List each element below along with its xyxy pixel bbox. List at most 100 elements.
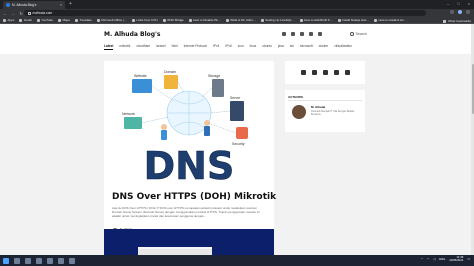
search-button[interactable]: Search [350,32,367,36]
tab-title: M. Alhuda Blog's [12,3,37,7]
instagram-icon[interactable] [322,70,328,75]
post-hero-image[interactable]: Website Domain Storage Network Server Se… [104,61,274,188]
clock[interactable]: 11:39 20/05/2021 [449,255,464,263]
nav-item-internet-protocol[interactable]: Internet Protocol [184,44,207,50]
bookmark-item[interactable]: How to Add Bcrill S… [299,18,333,22]
rss-icon[interactable] [344,70,350,75]
site-logo[interactable]: M. Alhuda Blog's [104,31,160,38]
minimize-icon[interactable]: – [447,1,449,6]
app-icon[interactable] [69,257,75,264]
next-post-card[interactable] [104,229,274,255]
bookmark-item[interactable]: Setting Up LiveSQL… [260,18,295,22]
youtube-icon [36,18,40,22]
chrome-icon[interactable] [47,257,53,264]
bookmark-item[interactable]: Microsoft Office (… [96,18,127,22]
hero-label: Storage [208,74,220,78]
nav-item-html[interactable]: html [172,44,178,50]
bookmark-item[interactable]: Gmail [19,18,32,22]
bookmark-item[interactable]: Install Nodejs and… [337,18,369,22]
forward-icon[interactable]: → [11,11,15,16]
nav-item-docker[interactable]: docker [319,44,329,50]
bookmark-item[interactable]: YouTube [36,18,53,22]
volume-icon[interactable]: ◁ [433,257,435,261]
bookmark-icon [337,18,341,22]
url-text: malhuda.com [32,11,53,15]
other-bookmarks[interactable]: Other bookmarks [443,19,471,23]
browser-tab[interactable]: M. Alhuda Blog's × [3,1,65,9]
extension-icon[interactable] [450,10,454,14]
author-avatar[interactable] [292,105,306,119]
bookmark-item[interactable]: Maps [57,18,70,22]
post-title[interactable]: DNS Over HTTPS (DOH) Mikrotik [112,192,276,202]
youtube-icon[interactable] [309,32,313,36]
language-indicator[interactable]: ENG [439,257,445,261]
close-tab-icon[interactable]: × [60,3,62,7]
nav-item-cloudflare[interactable]: cloudflare [136,44,150,50]
os-taskbar: ^ ◠ ◁ ENG 11:39 20/05/2021 ▭ [0,255,474,266]
bookmark-item[interactable]: Translate [74,18,92,22]
nav-item-java[interactable]: java [278,44,284,50]
nav-item-ipv6[interactable]: IPv6 [225,44,231,50]
post-card[interactable]: Website Domain Storage Network Server Se… [104,61,276,244]
bookmark-icon [373,18,377,22]
nav-item-mikrotik[interactable]: mikrotik [119,44,130,50]
nav-item-virtualization[interactable]: virtualization [334,44,352,50]
youtube-icon[interactable] [333,70,339,75]
reload-icon[interactable]: ↻ [19,11,23,16]
nav-item-microsoft[interactable]: microsoft [300,44,313,50]
facebook-icon[interactable] [291,32,295,36]
bookmark-item[interactable]: IDSK Bridge [162,18,184,22]
facebook-icon[interactable] [311,70,317,75]
nav-item-ipv4[interactable]: IPv4 [213,44,219,50]
bookmark-icon [299,18,303,22]
twitter-icon[interactable] [300,70,306,75]
tray-chevron-icon[interactable]: ^ [421,257,422,261]
nav-item-ssl[interactable]: ssl [290,44,294,50]
wifi-icon[interactable]: ◠ [427,257,429,261]
bookmark-item[interactable]: Links from 3 PH [131,18,158,22]
maximize-icon[interactable]: □ [457,1,459,6]
close-window-icon[interactable]: × [468,1,470,6]
nav-item-linux[interactable]: linux [250,44,257,50]
bookmark-icon [162,18,166,22]
start-windows-icon[interactable] [3,257,9,264]
hero-label: Network [122,112,135,116]
bookmark-item[interactable]: How to install & Ac… [373,18,406,22]
bookmark-icon [96,18,100,22]
menu-kebab-icon[interactable] [466,10,470,14]
hero-dns-text: DNS [144,144,235,183]
instagram-icon[interactable] [300,32,304,36]
translate-icon [74,18,78,22]
bookmark-item[interactable]: What is Mr. Admi… [225,18,256,22]
bookmark-icon [225,18,229,22]
vscode-icon[interactable] [58,257,64,264]
toolbar-actions [450,10,470,14]
file-explorer-icon[interactable] [36,257,42,264]
twitter-icon[interactable] [282,32,286,36]
bookmark-item[interactable]: How to Disable Wi… [188,18,221,22]
gmail-icon [19,18,23,22]
search-icon [350,32,354,36]
author-name[interactable]: M. Alhuda [311,105,325,109]
server-icon [230,101,244,121]
new-tab-button[interactable]: + [69,1,72,7]
notifications-icon[interactable]: ▭ [467,257,470,261]
domain-box-icon [164,75,178,89]
clock-date: 20/05/2021 [449,258,464,263]
storage-server-icon [212,79,224,97]
task-view-icon[interactable] [25,257,31,264]
bookmark-icon [131,18,135,22]
nav-item-latest[interactable]: Latest [104,44,114,50]
bookmark-item[interactable]: Apps [3,18,14,22]
nav-item-icon[interactable]: icon [238,44,244,50]
back-icon[interactable]: ← [3,11,7,16]
search-label: Search [355,32,367,36]
profile-avatar[interactable] [458,10,462,14]
nav-item-ubuntu[interactable]: ubuntu [262,44,272,50]
nav-item-laravel[interactable]: laravel [156,44,165,50]
rss-icon[interactable] [318,32,322,36]
scrollbar-thumb[interactable] [471,64,474,114]
apps-icon [3,18,6,22]
address-bar[interactable]: malhuda.com [24,10,426,16]
search-icon[interactable] [14,257,20,264]
